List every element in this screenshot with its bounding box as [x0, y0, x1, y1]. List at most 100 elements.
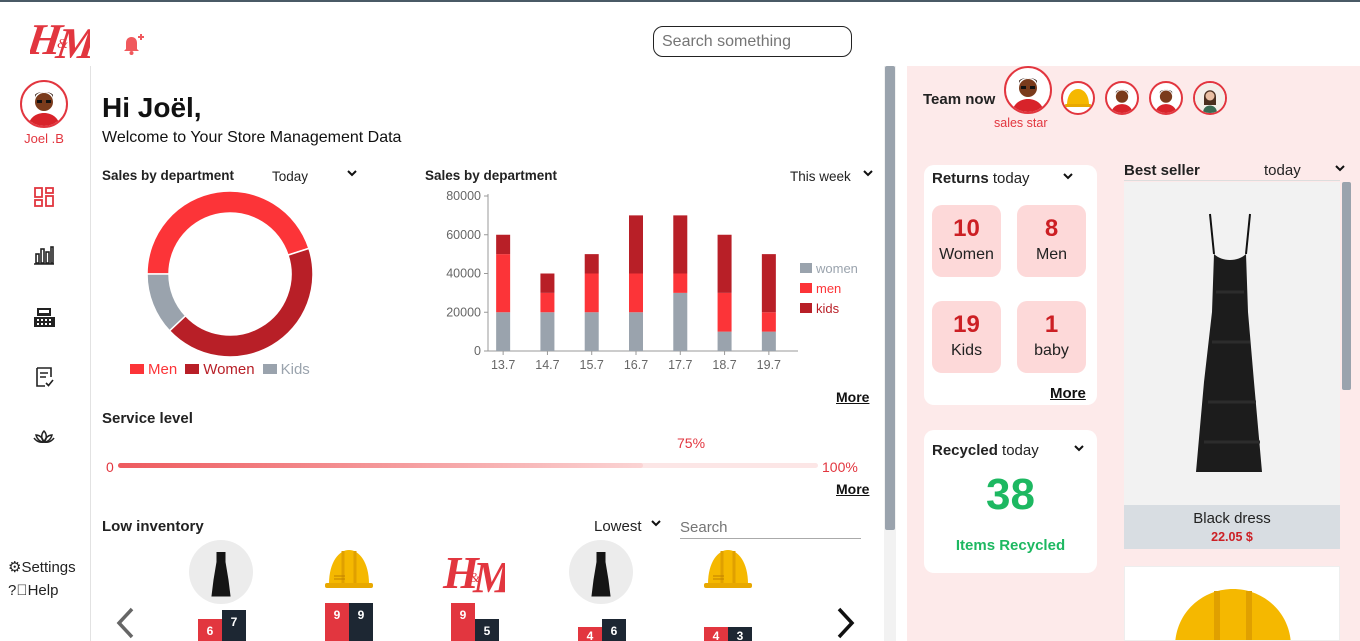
donut-slice-women — [168, 247, 314, 358]
team-member-avatar[interactable] — [1061, 81, 1095, 115]
x-tick-label: 19.7 — [757, 358, 781, 372]
bar-women — [761, 331, 776, 351]
best-seller-divider — [1124, 180, 1340, 181]
lotus-icon[interactable] — [32, 425, 56, 449]
best-seller-period-dropdown[interactable]: today — [1264, 162, 1301, 179]
legend-item: Men — [130, 361, 177, 378]
bar-kids — [717, 234, 732, 293]
recycled-value: 38 — [986, 470, 1035, 519]
best-seller-product-card[interactable] — [1124, 182, 1340, 549]
returns-stat-kids[interactable]: 19 Kids — [932, 301, 1001, 373]
returns-stat-women[interactable]: 10 Women — [932, 205, 1001, 277]
settings-label: Settings — [21, 559, 76, 576]
inventory-badge-a: 4 — [704, 627, 728, 641]
legend-swatch — [800, 283, 812, 293]
donut-slice-men — [146, 190, 310, 275]
inventory-item-image[interactable] — [569, 540, 633, 604]
best-seller-period: today — [1264, 162, 1301, 179]
returns-stat-men[interactable]: 8 Men — [1017, 205, 1086, 277]
settings-icon: ⚙ — [8, 559, 22, 576]
notification-bell-icon[interactable] — [120, 32, 146, 56]
service-progress-bar — [118, 463, 818, 468]
chevron-down-icon[interactable] — [1062, 170, 1074, 185]
returns-stat-baby[interactable]: 1 baby — [1017, 301, 1086, 373]
bar-period-dropdown[interactable]: This week — [790, 169, 851, 184]
bar-kids — [540, 273, 555, 293]
y-tick-label: 80000 — [446, 189, 481, 203]
legend-label: Women — [203, 361, 255, 378]
stat-label: Men — [1035, 246, 1068, 263]
dashboard-icon[interactable] — [32, 185, 56, 209]
bar-women — [717, 331, 732, 351]
global-search-input[interactable] — [653, 26, 852, 57]
settings-link[interactable]: ⚙Settings — [8, 558, 76, 576]
bar-men — [717, 292, 732, 332]
cash-register-icon[interactable] — [32, 305, 56, 329]
bar-women — [673, 292, 688, 351]
inventory-title: Low inventory — [102, 518, 204, 535]
sales-star-label: sales star — [994, 116, 1048, 130]
donut-period-dropdown[interactable]: Today — [272, 169, 308, 184]
bar-women — [584, 312, 599, 351]
bar-men — [761, 312, 776, 332]
service-title: Service level — [102, 410, 193, 427]
best-seller-title: Best seller — [1124, 162, 1200, 179]
main-scrollbar-thumb[interactable] — [885, 66, 895, 530]
team-member-avatar[interactable] — [1004, 66, 1052, 114]
inventory-badge-b: 9 — [349, 603, 373, 641]
inventory-sort-dropdown[interactable]: Lowest — [594, 518, 642, 535]
stat-value: 8 — [1044, 215, 1059, 242]
right-scrollbar-thumb[interactable] — [1342, 182, 1351, 390]
donut-title: Sales by department — [102, 168, 235, 183]
x-tick-label: 18.7 — [712, 358, 736, 372]
legend-label: kids — [816, 301, 840, 316]
help-link[interactable]: ?⃝Help — [8, 582, 58, 599]
chevron-down-icon[interactable] — [1334, 162, 1346, 177]
y-tick-label: 40000 — [446, 267, 481, 281]
returns-header: Returns today — [932, 170, 1030, 187]
checklist-icon[interactable] — [32, 365, 56, 389]
service-start: 0 — [106, 459, 114, 475]
team-member-avatar[interactable] — [1193, 81, 1227, 115]
inventory-item-image[interactable] — [189, 540, 253, 604]
inventory-badge-a: 4 — [578, 627, 602, 641]
service-more-link[interactable]: More — [836, 481, 869, 497]
inventory-item-image[interactable] — [700, 540, 756, 596]
bar-kids — [584, 254, 599, 274]
chevron-down-icon[interactable] — [1073, 442, 1085, 457]
team-member-avatar[interactable] — [1149, 81, 1183, 115]
chevron-down-icon[interactable] — [346, 167, 358, 182]
y-tick-label: 60000 — [446, 228, 481, 242]
bar-period-label: This week — [790, 169, 851, 184]
bar-women — [496, 312, 511, 351]
y-tick-label: 0 — [474, 344, 481, 358]
bar-more-link[interactable]: More — [836, 389, 869, 405]
donut-period-label: Today — [272, 169, 309, 184]
returns-title: Returns — [932, 170, 989, 187]
bar-kids — [761, 254, 776, 313]
x-tick-label: 16.7 — [624, 358, 648, 372]
inventory-search-input[interactable] — [680, 516, 861, 539]
chevron-down-icon[interactable] — [862, 167, 874, 182]
inventory-badge-a: 9 — [451, 603, 475, 641]
best-seller-next-card[interactable] — [1124, 566, 1340, 641]
user-avatar[interactable] — [20, 80, 68, 128]
team-title: Team now — [923, 91, 996, 108]
service-progress-fill — [118, 463, 643, 468]
returns-more-link[interactable]: More — [1050, 385, 1086, 402]
chevron-right-icon[interactable] — [835, 606, 857, 641]
inventory-item-image[interactable]: H & M — [441, 540, 514, 602]
chart-icon[interactable] — [32, 243, 56, 267]
team-member-avatar[interactable] — [1105, 81, 1139, 115]
inventory-item-image[interactable] — [321, 540, 377, 596]
bar-kids — [629, 215, 643, 274]
service-end: 100% — [822, 459, 858, 475]
brand-logo[interactable]: H & M — [23, 8, 101, 68]
chevron-down-icon[interactable] — [650, 517, 662, 532]
stat-value: 19 — [953, 311, 980, 338]
recycled-header: Recycled today — [932, 442, 1039, 459]
donut-legend: Men Women Kids — [130, 361, 370, 383]
y-tick-label: 20000 — [446, 305, 481, 319]
chevron-left-icon[interactable] — [114, 606, 136, 641]
stat-label: Women — [939, 246, 994, 263]
